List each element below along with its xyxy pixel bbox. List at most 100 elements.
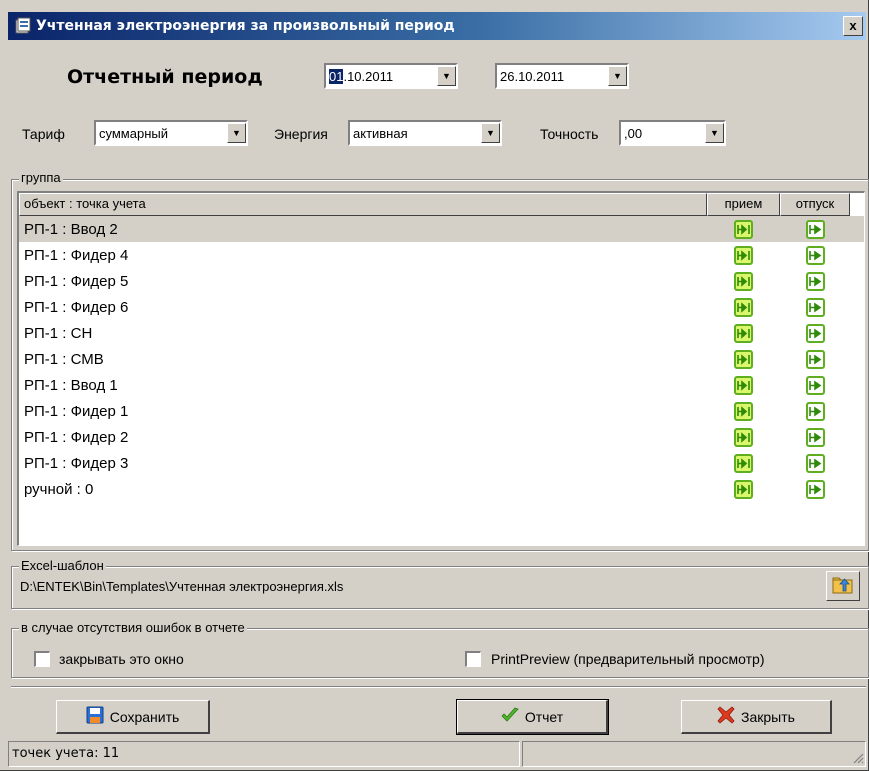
list-item-label: РП-1 : Фидер 3	[24, 454, 129, 472]
date-from-dropdown-icon[interactable]: ▼	[437, 66, 456, 86]
release-cell	[780, 297, 850, 317]
list-item[interactable]: РП-1 : Фидер 6	[19, 294, 864, 320]
list-item[interactable]: РП-1 : Фидер 4	[19, 242, 864, 268]
receive-meter-icon[interactable]	[734, 245, 753, 265]
date-from-rest: .10.2011	[343, 68, 394, 84]
resize-grip-icon[interactable]	[852, 752, 864, 767]
title-bar[interactable]: Учтенная электроэнергия за произвольный …	[8, 12, 866, 40]
report-window: Учтенная электроэнергия за произвольный …	[0, 0, 869, 771]
print-preview-label[interactable]: PrintPreview (предварительный просмотр)	[491, 651, 764, 667]
release-meter-icon[interactable]	[805, 297, 825, 317]
energy-dropdown-icon[interactable]: ▼	[481, 123, 500, 143]
period-label: Отчетный период	[67, 66, 263, 88]
release-cell	[780, 453, 850, 473]
points-list[interactable]: объект : точка учета прием отпуск РП-1 :…	[17, 191, 865, 546]
receive-meter-icon[interactable]	[734, 453, 753, 473]
receive-cell	[707, 479, 780, 499]
group-legend: группа	[19, 170, 63, 185]
column-header-receive[interactable]: прием	[707, 193, 780, 216]
close-window-checkbox[interactable]	[34, 651, 50, 667]
tariff-value[interactable]: суммарный	[96, 126, 227, 141]
report-button-label: Отчет	[524, 708, 564, 725]
tariff-label: Тариф	[22, 126, 65, 142]
list-item-label: ручной : 0	[24, 480, 94, 498]
list-header: объект : точка учета прием отпуск	[19, 193, 864, 216]
release-cell	[780, 271, 850, 291]
release-meter-icon[interactable]	[805, 401, 825, 421]
date-from-picker[interactable]: 01.10.2011 ▼	[324, 63, 458, 89]
save-button[interactable]: Сохранить	[56, 700, 210, 734]
receive-meter-icon[interactable]	[734, 323, 753, 343]
list-item-label: РП-1 : Фидер 5	[24, 272, 129, 290]
list-item[interactable]: РП-1 : Ввод 1	[19, 372, 864, 398]
date-to-value[interactable]: 26.10.2011	[497, 69, 608, 84]
precision-value[interactable]: ,00	[621, 126, 705, 141]
receive-meter-icon[interactable]	[734, 375, 753, 395]
template-path: D:\ENTEK\Bin\Templates\Учтенная электроэ…	[20, 579, 344, 594]
column-header-release[interactable]: отпуск	[780, 193, 850, 216]
close-button[interactable]: Закрыть	[681, 700, 832, 734]
receive-cell	[707, 401, 780, 421]
window-title: Учтенная электроэнергия за произвольный …	[36, 18, 455, 34]
date-from-value[interactable]: 01.10.2011	[326, 68, 437, 84]
receive-meter-icon[interactable]	[734, 349, 753, 369]
no-errors-legend: в случае отсутствия ошибок в отчете	[19, 620, 247, 635]
list-item[interactable]: РП-1 : Ввод 2	[19, 216, 864, 242]
list-item-label: РП-1 : СН	[24, 324, 93, 342]
list-item[interactable]: РП-1 : Фидер 2	[19, 424, 864, 450]
list-item-label: РП-1 : Ввод 1	[24, 376, 118, 394]
list-item[interactable]: РП-1 : СН	[19, 320, 864, 346]
receive-meter-icon[interactable]	[734, 427, 753, 447]
receive-meter-icon[interactable]	[734, 401, 753, 421]
list-item-label: РП-1 : Фидер 6	[24, 298, 129, 316]
separator	[11, 686, 866, 688]
receive-meter-icon[interactable]	[734, 479, 753, 499]
release-cell	[780, 349, 850, 369]
close-window-label[interactable]: закрывать это окно	[59, 651, 184, 667]
receive-meter-icon[interactable]	[734, 297, 753, 317]
release-meter-icon[interactable]	[805, 271, 825, 291]
print-preview-checkbox[interactable]	[465, 651, 481, 667]
list-item-label: РП-1 : Фидер 4	[24, 246, 129, 264]
tariff-select[interactable]: суммарный ▼	[94, 120, 248, 146]
precision-label: Точность	[540, 126, 599, 142]
release-meter-icon[interactable]	[805, 427, 825, 447]
energy-value[interactable]: активная	[350, 126, 481, 141]
energy-select[interactable]: активная ▼	[348, 120, 502, 146]
date-from-day: 01	[329, 68, 344, 84]
browse-template-button[interactable]	[826, 571, 860, 601]
status-points-count: точек учета: 11	[8, 741, 520, 767]
list-rows: РП-1 : Ввод 2 РП-1 : Фидер 4 РП-1 : Фидер …	[19, 216, 864, 502]
list-item[interactable]: ручной : 0	[19, 476, 864, 502]
receive-cell	[707, 453, 780, 473]
release-meter-icon[interactable]	[805, 349, 825, 369]
release-meter-icon[interactable]	[805, 245, 825, 265]
receive-meter-icon[interactable]	[734, 219, 753, 239]
precision-dropdown-icon[interactable]: ▼	[705, 123, 724, 143]
column-header-object[interactable]: объект : точка учета	[19, 193, 707, 216]
status-bar: точек учета: 11	[8, 741, 866, 769]
template-legend: Excel-шаблон	[19, 558, 106, 573]
release-meter-icon[interactable]	[805, 479, 825, 499]
precision-select[interactable]: ,00 ▼	[619, 120, 726, 146]
release-cell	[780, 323, 850, 343]
receive-cell	[707, 323, 780, 343]
release-meter-icon[interactable]	[805, 375, 825, 395]
list-item[interactable]: РП-1 : Фидер 3	[19, 450, 864, 476]
date-to-dropdown-icon[interactable]: ▼	[608, 66, 627, 86]
report-button[interactable]: Отчет	[456, 699, 609, 735]
release-meter-icon[interactable]	[805, 323, 825, 343]
receive-cell	[707, 245, 780, 265]
release-cell	[780, 245, 850, 265]
close-button-label: Закрыть	[741, 708, 795, 725]
list-item[interactable]: РП-1 : СМВ	[19, 346, 864, 372]
receive-meter-icon[interactable]	[734, 271, 753, 291]
release-meter-icon[interactable]	[805, 219, 825, 239]
list-item[interactable]: РП-1 : Фидер 1	[19, 398, 864, 424]
floppy-disk-icon	[86, 706, 104, 727]
release-meter-icon[interactable]	[805, 453, 825, 473]
close-window-button[interactable]: x	[843, 16, 863, 36]
tariff-dropdown-icon[interactable]: ▼	[227, 123, 246, 143]
list-item[interactable]: РП-1 : Фидер 5	[19, 268, 864, 294]
date-to-picker[interactable]: 26.10.2011 ▼	[495, 63, 629, 89]
